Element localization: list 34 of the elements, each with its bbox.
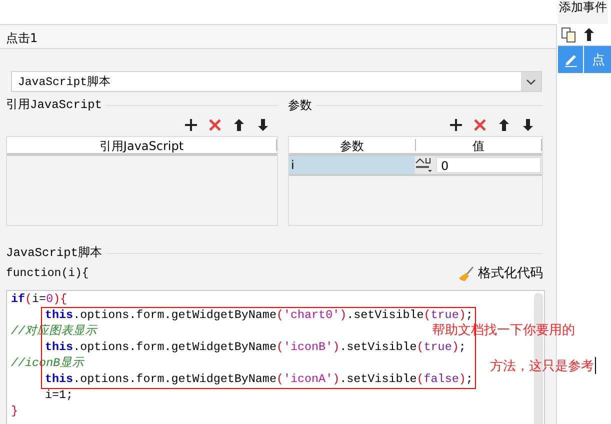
add-icon[interactable] — [184, 118, 198, 132]
code-line: this.options.form.getWidgetByName('iconB').setVisible(true); — [44, 338, 466, 354]
parameter-value-field[interactable]: 0 — [436, 157, 541, 173]
arrow-up-icon[interactable] — [497, 118, 511, 132]
column-header: 引用JavaScript — [7, 139, 277, 151]
add-icon[interactable] — [449, 118, 463, 132]
arrow-down-icon[interactable] — [256, 118, 270, 132]
delete-icon[interactable] — [208, 118, 222, 132]
function-signature: function(i){ — [6, 266, 89, 282]
action-type-dropdown[interactable]: JavaScript脚本 — [11, 71, 542, 92]
arrow-up-icon[interactable] — [232, 118, 246, 132]
section-label: 引用JavaScript — [6, 97, 102, 114]
copy-icon[interactable] — [561, 27, 577, 43]
format-code-button[interactable]: 格式化代码 — [458, 264, 543, 284]
arrow-up-icon[interactable] — [583, 27, 595, 42]
code-line: this.options.form.getWidgetByName('iconA').setVisible(false); — [44, 370, 473, 386]
panel-title: 点击1 — [6, 31, 38, 45]
panel-title: 添加事件 — [558, 0, 608, 24]
code-line: if(i=0){ — [11, 290, 68, 306]
broom-icon — [458, 266, 474, 282]
chevron-down-icon — [526, 78, 536, 84]
section-label: 参数 — [288, 97, 312, 114]
section-label: JavaScript脚本 — [6, 245, 102, 262]
code-line: } — [11, 402, 18, 418]
text-cursor — [595, 357, 596, 374]
arrow-down-icon[interactable] — [521, 118, 535, 132]
column-header: 值 — [416, 139, 542, 151]
delete-icon[interactable] — [473, 118, 487, 132]
code-line: i=1; — [44, 386, 74, 402]
annotation-text: 方法，这只是参考 — [490, 358, 594, 376]
column-header: 参数 — [289, 139, 416, 151]
parameter-name-cell[interactable]: i — [289, 156, 415, 174]
text-type-icon[interactable] — [415, 157, 433, 173]
code-line: this.options.form.getWidgetByName('chart0').setVisible(true); — [44, 306, 473, 322]
